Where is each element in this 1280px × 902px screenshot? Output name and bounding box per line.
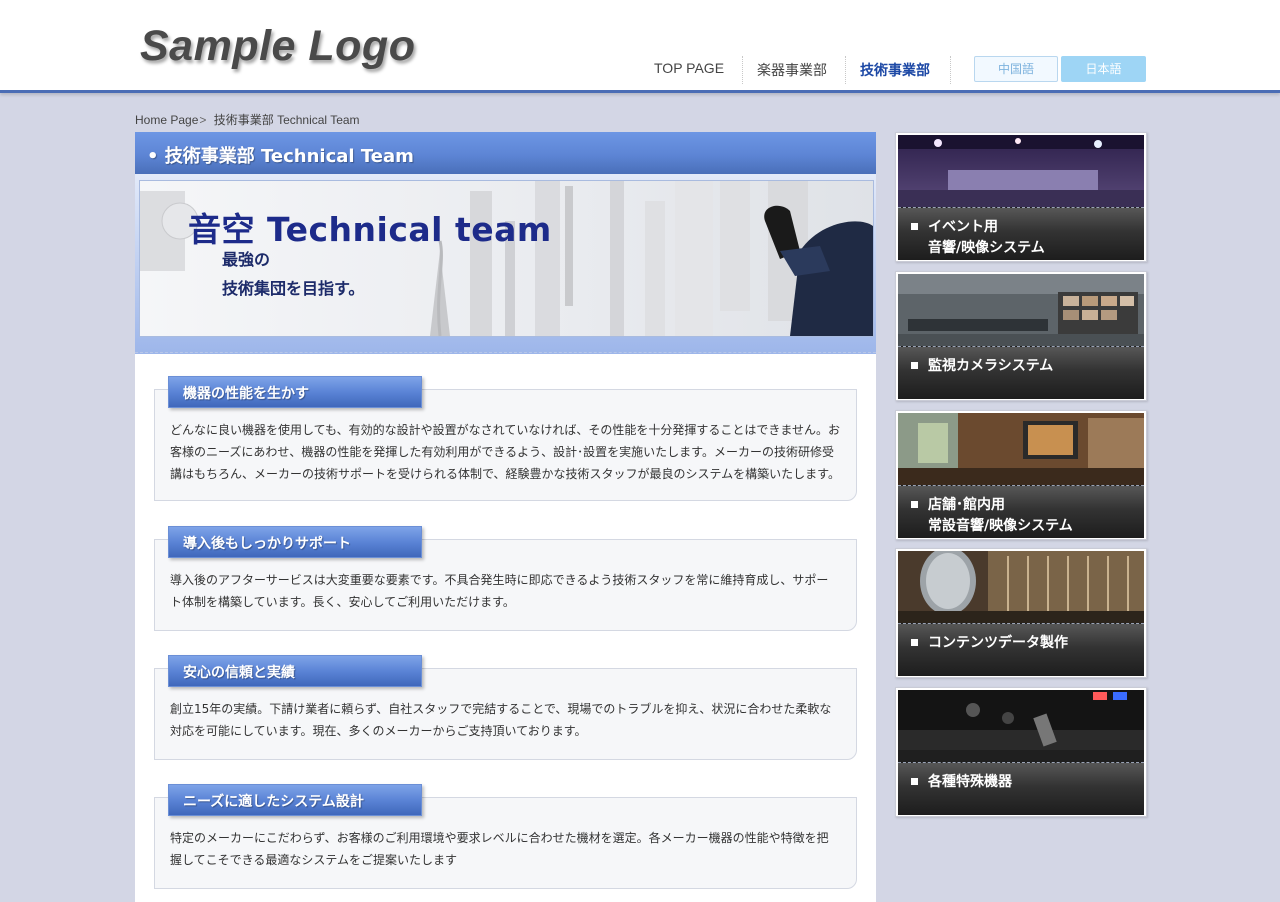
- section-text: どんなに良い機器を使用しても、有効的な設計や設置がなされていなければ、その性能を…: [170, 423, 840, 481]
- section-performance: どんなに良い機器を使用しても、有効的な設計や設置がなされていなければ、その性能を…: [154, 376, 857, 502]
- sidebar-label: 店舗･館内用 常設音響/映像システム: [898, 485, 1144, 538]
- banner-tagline-line1: 最強の: [222, 250, 271, 269]
- breadcrumb-separator: >: [199, 113, 207, 127]
- bullet-icon: [911, 501, 918, 508]
- page-title-bar: • 技術事業部 Technical Team: [135, 132, 876, 174]
- section-support: 導入後のアフターサービスは大変重要な要素です。不具合発生時に即応できるよう技術ス…: [154, 526, 857, 634]
- control-room-photo: [898, 274, 1144, 346]
- breadcrumb-current: 技術事業部 Technical Team: [213, 113, 360, 127]
- bullet-icon: [911, 639, 918, 646]
- section-text: 創立15年の実績。下請け業者に頼らず、自社スタッフで完結することで、現場でのトラ…: [170, 702, 832, 738]
- site-header: Sample Logo TOP PAGE 楽器事業部 技術事業部 中国語 日本語: [0, 0, 1280, 93]
- sidebar-item-store-av[interactable]: 店舗･館内用 常設音響/映像システム: [895, 410, 1147, 540]
- sidebar-label-line2: 音響/映像システム: [928, 240, 1045, 256]
- sidebar-item-event-av[interactable]: イベント用 音響/映像システム: [895, 132, 1147, 262]
- sidebar-label-line1: 店舗･館内用: [928, 497, 1005, 513]
- section-text: 特定のメーカーにこだわらず、お客様のご利用環境や要求レベルに合わせた機材を選定。…: [170, 831, 829, 867]
- section-heading: 導入後もしっかりサポート: [168, 526, 422, 558]
- nav-top-page[interactable]: TOP PAGE: [640, 56, 744, 84]
- sidebar-item-content-production[interactable]: コンテンツデータ製作: [895, 548, 1147, 678]
- sidebar-label: 各種特殊機器: [898, 762, 1144, 815]
- sidebar-label-line1: 監視カメラシステム: [928, 358, 1054, 374]
- section-heading-text: 安心の信頼と実績: [183, 665, 295, 681]
- nav-technical-division[interactable]: 技術事業部: [846, 56, 952, 84]
- banner-title: 音空 Technical team: [188, 210, 552, 249]
- divider: [135, 352, 876, 353]
- section-text: 導入後のアフターサービスは大変重要な要素です。不具合発生時に即応できるよう技術ス…: [170, 573, 829, 609]
- hero-banner: 音空 Technical team 最強の 技術集団を目指す。: [135, 174, 876, 354]
- lang-chinese-button[interactable]: 中国語: [974, 56, 1058, 82]
- sidebar-label-line1: イベント用: [928, 219, 998, 235]
- bullet-icon: [911, 223, 918, 230]
- bullet-icon: [911, 778, 918, 785]
- sidebar-label-line1: 各種特殊機器: [928, 774, 1012, 790]
- sidebar-label-line1: コンテンツデータ製作: [928, 635, 1068, 651]
- restaurant-photo: [898, 413, 1144, 485]
- section-trust: 創立15年の実績。下請け業者に頼らず、自社スタッフで完結することで、現場でのトラ…: [154, 655, 857, 763]
- bullet-icon: [911, 362, 918, 369]
- section-heading: 安心の信頼と実績: [168, 655, 422, 687]
- page-title: • 技術事業部 Technical Team: [147, 146, 414, 167]
- section-system-design: 特定のメーカーにこだわらず、お客様のご利用環境や要求レベルに合わせた機材を選定。…: [154, 784, 857, 892]
- sidebar-label-line2: 常設音響/映像システム: [928, 518, 1073, 534]
- breadcrumb: Home Page> 技術事業部 Technical Team: [135, 111, 360, 128]
- banner-tagline-line2: 技術集団を目指す。: [222, 279, 365, 298]
- dj-equipment-photo: [898, 690, 1144, 762]
- main-content: • 技術事業部 Technical Team 音空 Technical team…: [135, 132, 876, 902]
- sidebar-label: 監視カメラシステム: [898, 346, 1144, 399]
- sidebar-label: コンテンツデータ製作: [898, 623, 1144, 676]
- hero-banner-image: 音空 Technical team 最強の 技術集団を目指す。: [139, 180, 874, 337]
- breadcrumb-home-link[interactable]: Home Page: [135, 113, 198, 127]
- sidebar-item-surveillance[interactable]: 監視カメラシステム: [895, 271, 1147, 401]
- section-heading-text: 導入後もしっかりサポート: [183, 536, 351, 552]
- sidebar-item-special-equipment[interactable]: 各種特殊機器: [895, 687, 1147, 817]
- sidebar-label: イベント用 音響/映像システム: [898, 207, 1144, 260]
- section-heading: ニーズに適したシステム設計: [168, 784, 422, 816]
- site-logo[interactable]: Sample Logo: [140, 22, 415, 71]
- main-nav: TOP PAGE 楽器事業部 技術事業部: [640, 56, 952, 84]
- nav-instruments-division[interactable]: 楽器事業部: [743, 56, 847, 84]
- section-heading-text: ニーズに適したシステム設計: [183, 794, 364, 810]
- section-heading: 機器の性能を生かす: [168, 376, 422, 408]
- section-heading-text: 機器の性能を生かす: [183, 386, 309, 402]
- microphone-mixer-photo: [898, 551, 1144, 623]
- event-stage-photo: [898, 135, 1144, 207]
- lang-japanese-button[interactable]: 日本語: [1061, 56, 1146, 82]
